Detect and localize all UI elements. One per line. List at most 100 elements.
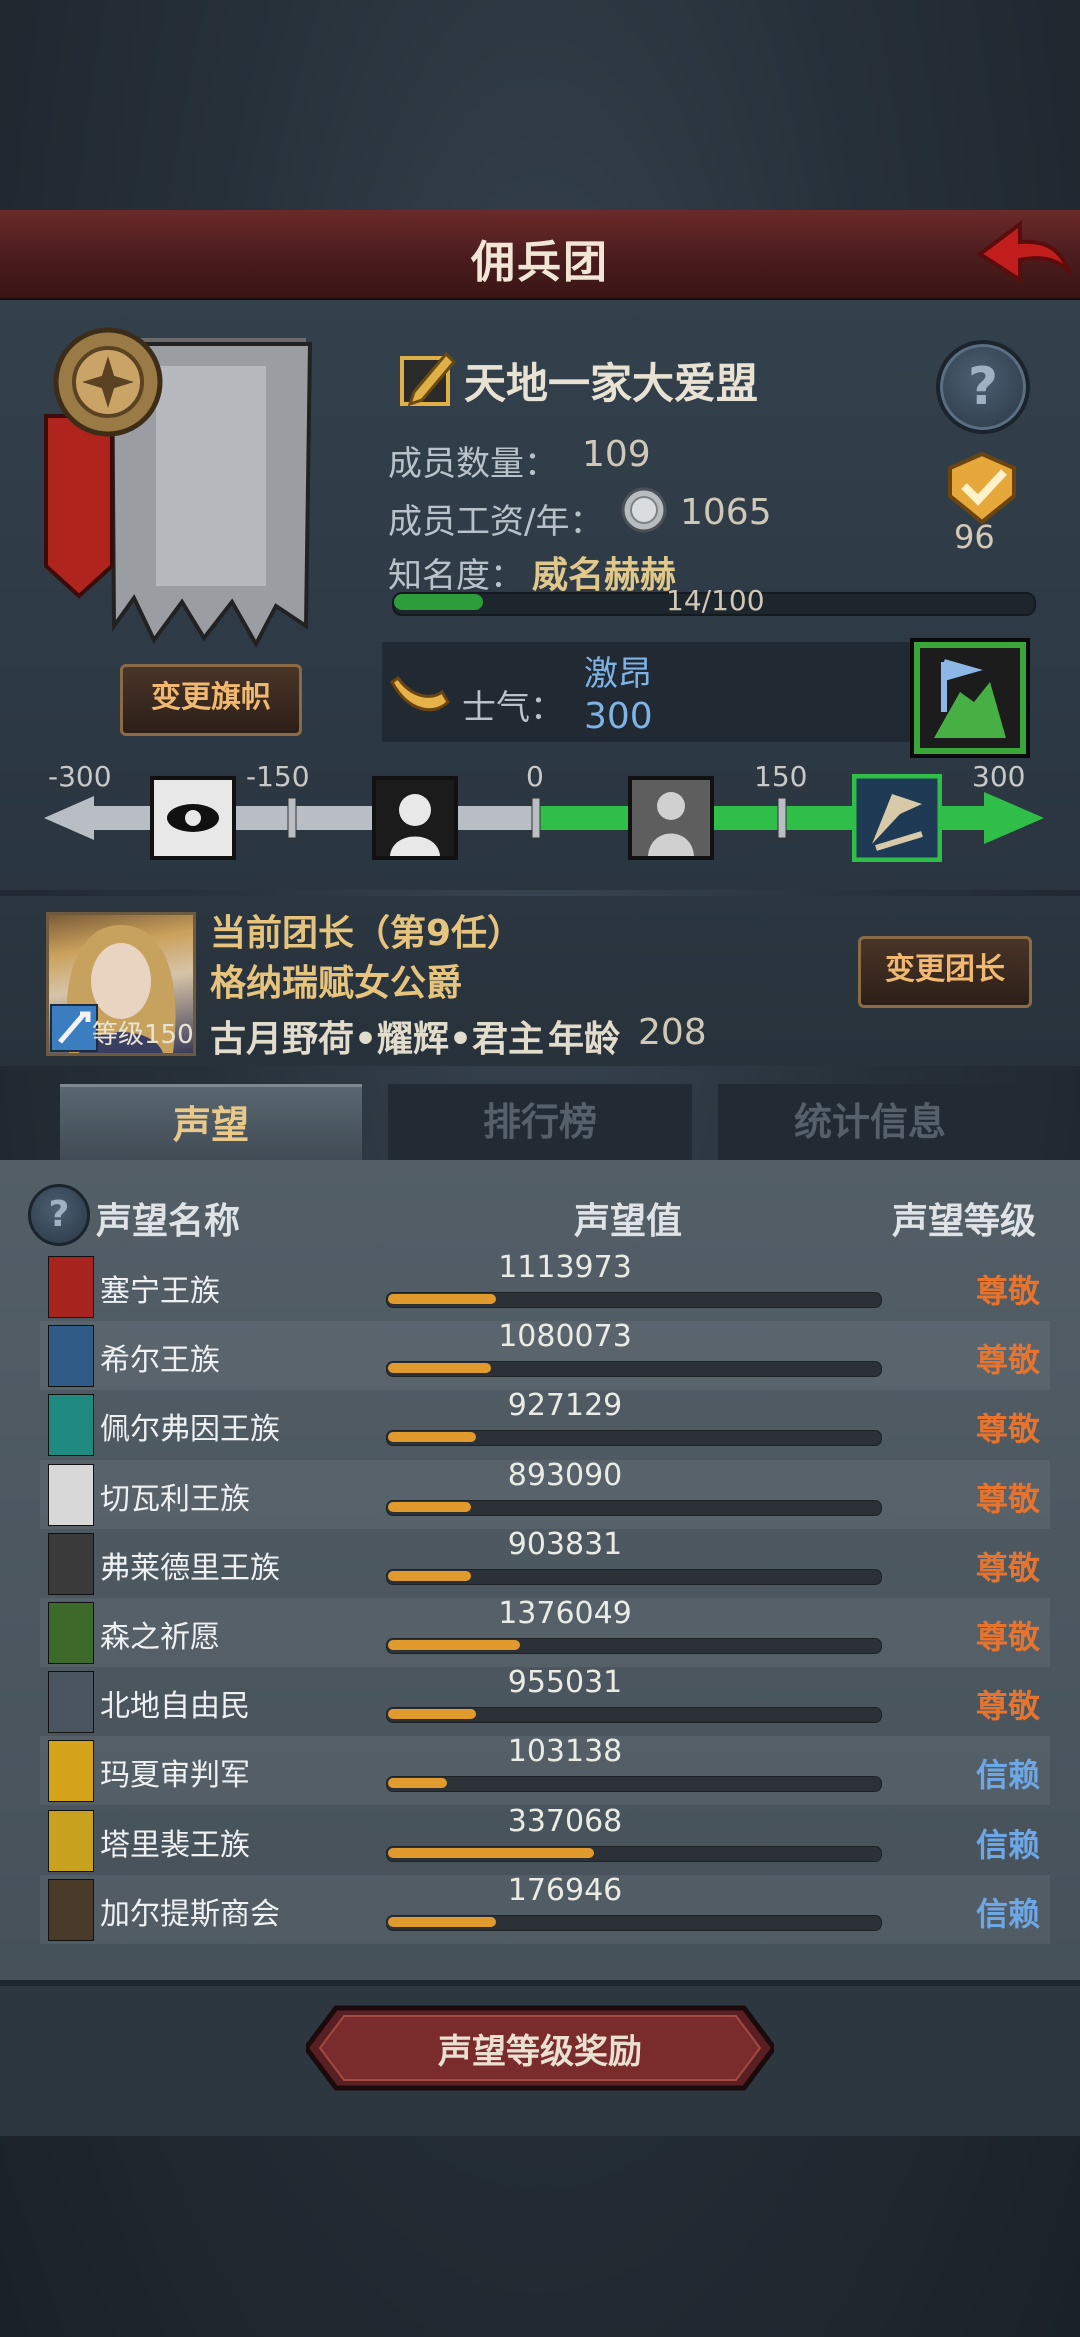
guild-name: 天地一家大爱盟 (464, 359, 759, 408)
leader-age-value: 208 (638, 1012, 707, 1053)
reputation-row[interactable]: 塞宁王族 1113973 尊敬 (40, 1250, 1050, 1321)
leader-level: 等级150 (92, 1020, 194, 1050)
morale-rally-icon[interactable] (910, 638, 1030, 758)
reputation-row[interactable]: 玛夏审判军 103138 信赖 (40, 1734, 1050, 1806)
faction-name: 玛夏审判军 (100, 1758, 250, 1794)
reputation-level: 尊敬 (975, 1341, 1040, 1380)
reputation-bar-fill (388, 1363, 491, 1374)
reputation-bar-fill (388, 1916, 496, 1927)
leader-title: 当前团长（第9任） (210, 913, 524, 954)
reputation-level: 信赖 (975, 1894, 1040, 1933)
members-value: 109 (582, 434, 651, 475)
change-flag-button[interactable]: 变更旗帜 (120, 664, 302, 736)
col-header-level: 声望等级 (892, 1201, 1037, 1242)
tab-reputation[interactable]: 声望 (60, 1084, 362, 1163)
reputation-row[interactable]: 切瓦利王族 893090 尊敬 (40, 1457, 1050, 1529)
guild-banner (44, 327, 313, 649)
faction-name: 北地自由民 (100, 1689, 250, 1725)
fame-progress-fill (394, 594, 483, 610)
reputation-value: 927129 (507, 1388, 623, 1424)
morale-level-3-icon (628, 776, 714, 860)
back-arrow-icon[interactable] (972, 214, 1072, 292)
leader-noble-title: 格纳瑞赋女公爵 (210, 963, 463, 1004)
faction-crest-icon (48, 1463, 94, 1526)
reputation-level: 尊敬 (975, 1618, 1040, 1656)
faction-name: 希尔王族 (100, 1343, 220, 1379)
reputation-row[interactable]: 希尔王族 1080073 尊敬 (40, 1319, 1050, 1391)
reputation-value: 893090 (507, 1457, 623, 1493)
reputation-row[interactable]: 森之祈愿 1376049 尊敬 (40, 1596, 1050, 1667)
members-label: 成员数量： (388, 444, 558, 484)
reputation-value: 1376049 (498, 1596, 632, 1631)
reputation-reward-label: 声望等级奖励 (438, 2032, 642, 2072)
silver-coin-icon (621, 487, 667, 533)
reputation-level: 尊敬 (975, 1272, 1040, 1310)
reputation-level: 尊敬 (975, 1479, 1040, 1518)
reputation-value: 103138 (507, 1734, 623, 1770)
faction-crest-icon (48, 1878, 94, 1941)
reputation-level: 尊敬 (975, 1548, 1040, 1587)
reputation-bar-fill (388, 1640, 520, 1650)
reputation-row[interactable]: 弗莱德里王族 903831 尊敬 (40, 1526, 1050, 1598)
reputation-bar-fill (388, 1778, 447, 1789)
faction-crest-icon (48, 1394, 94, 1457)
faction-name: 切瓦利王族 (100, 1481, 250, 1517)
reputation-value: 955031 (507, 1665, 623, 1701)
help-icon[interactable]: ? (936, 340, 1030, 434)
reputation-row[interactable]: 佩尔弗因王族 927129 尊敬 (40, 1388, 1050, 1459)
reputation-help-icon[interactable]: ? (28, 1184, 90, 1246)
faction-crest-icon (48, 1256, 94, 1318)
faction-crest-icon (48, 1602, 94, 1664)
salary-label: 成员工资/年： (388, 502, 604, 542)
faction-crest-icon (48, 1740, 94, 1803)
achievement-badge-icon[interactable] (934, 450, 1030, 526)
sword-level-icon (50, 1004, 98, 1052)
edit-name-icon[interactable] (398, 348, 458, 408)
faction-name: 塔里裴王族 (100, 1827, 250, 1863)
leader-age-label: 年龄 (548, 1019, 621, 1060)
fame-progress-text: 14/100 (666, 584, 765, 617)
faction-crest-icon (48, 1809, 94, 1872)
morale-level-1-icon (150, 776, 236, 860)
tab-statistics[interactable]: 统计信息 (718, 1084, 1022, 1160)
morale-label: 士气： (462, 688, 564, 728)
col-header-value: 声望值 (574, 1201, 683, 1242)
reputation-bar-fill (388, 1847, 594, 1858)
reputation-value: 176946 (507, 1872, 623, 1908)
reputation-bar-fill (388, 1501, 471, 1512)
horn-icon (390, 675, 450, 712)
reputation-bar-fill (388, 1294, 496, 1304)
reputation-bar-fill (388, 1570, 471, 1581)
salary-value: 1065 (680, 492, 772, 533)
faction-crest-icon (48, 1532, 94, 1595)
page-title: 佣兵团 (471, 237, 609, 288)
morale-value: 300 (584, 696, 653, 737)
faction-crest-icon (48, 1671, 94, 1734)
change-leader-button[interactable]: 变更团长 (858, 936, 1032, 1008)
reputation-bar-track (386, 1776, 882, 1793)
reputation-value: 1080073 (498, 1319, 632, 1355)
reputation-row[interactable]: 塔里裴王族 337068 信赖 (40, 1803, 1050, 1875)
reputation-value: 903831 (507, 1526, 623, 1562)
achievement-count: 96 (954, 518, 995, 556)
morale-level-4-icon (852, 774, 942, 862)
reputation-level: 尊敬 (975, 1410, 1040, 1449)
reputation-bar-fill (388, 1432, 476, 1443)
reputation-value: 1113973 (498, 1250, 632, 1285)
faction-name: 塞宁王族 (100, 1274, 220, 1309)
faction-name: 森之祈愿 (100, 1620, 220, 1655)
reputation-value: 337068 (507, 1803, 623, 1839)
tab-leaderboard[interactable]: 排行榜 (388, 1084, 692, 1160)
morale-level-2-icon (372, 776, 458, 860)
reputation-row[interactable]: 加尔提斯商会 176946 信赖 (40, 1872, 1050, 1944)
faction-name: 佩尔弗因王族 (100, 1412, 280, 1448)
col-header-name: 声望名称 (96, 1201, 241, 1242)
reputation-row[interactable]: 北地自由民 955031 尊敬 (40, 1665, 1050, 1736)
fame-label: 知名度： (388, 556, 524, 596)
faction-crest-icon (48, 1325, 94, 1388)
faction-name: 加尔提斯商会 (100, 1896, 280, 1932)
reputation-bar-fill (388, 1709, 476, 1720)
fame-title: 威名赫赫 (532, 555, 677, 596)
leader-name: 古月野荷•耀辉•君主 (210, 1019, 545, 1060)
faction-name: 弗莱德里王族 (100, 1550, 280, 1586)
